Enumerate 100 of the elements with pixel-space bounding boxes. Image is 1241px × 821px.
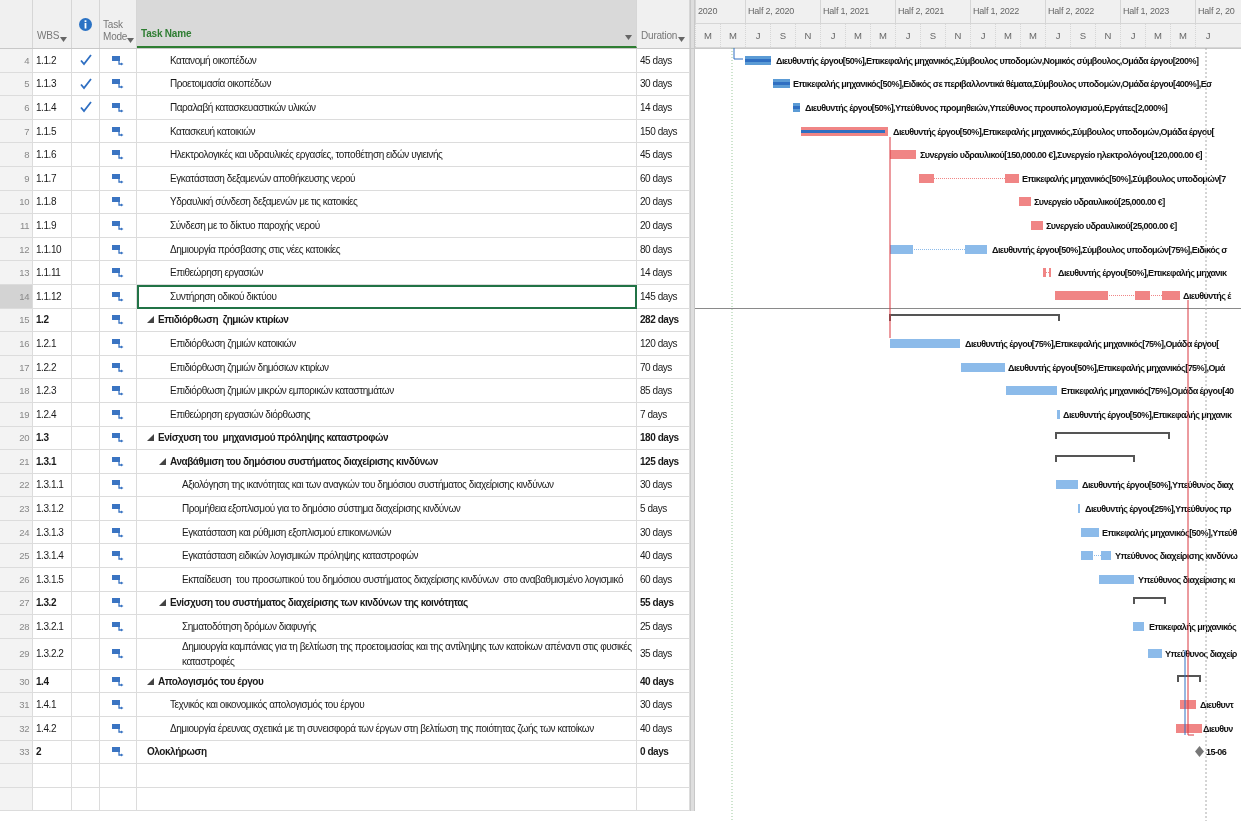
- task-name-cell[interactable]: Ολοκλήρωση: [137, 740, 637, 765]
- row-number-cell[interactable]: 5: [0, 72, 33, 97]
- row-number-cell[interactable]: 31: [0, 693, 33, 718]
- row-number-cell[interactable]: 30: [0, 669, 33, 694]
- wbs-cell: 1.1.5: [33, 119, 72, 144]
- dropdown-caret-icon[interactable]: [60, 37, 67, 42]
- column-header[interactable]: Duration: [641, 30, 678, 42]
- dropdown-caret-icon[interactable]: [127, 38, 134, 43]
- resource-label: Συνεργείο υδραυλικού[25,000.00 €]: [1046, 220, 1177, 231]
- task-name-cell[interactable]: Επιδιόρθωση ζημιών κατοικιών: [137, 332, 637, 356]
- task-name: Υδραυλική σύνδεση δεξαμενών με τις κατοικίες: [170, 195, 359, 210]
- wbs-cell: 1.3.1.4: [33, 544, 72, 569]
- task-name-cell[interactable]: Απολογισμός του έργου: [137, 669, 637, 694]
- row-number-cell[interactable]: 19: [0, 402, 33, 427]
- dropdown-caret-icon[interactable]: [678, 37, 685, 42]
- task-name: Εγκατάσταση δεξαμενών αποθήκευσης νερού: [170, 171, 357, 186]
- row-number-cell[interactable]: 12: [0, 237, 33, 262]
- row-number-cell[interactable]: 11: [0, 214, 33, 238]
- row-number-cell[interactable]: 10: [0, 190, 33, 215]
- row-number-cell[interactable]: 22: [0, 473, 33, 498]
- task-name-cell[interactable]: Δημιουργία καμπάνιας για τη βελτίωση της προετοιμασίας και της αντίληψης των κατοίκων απέναντι στις φυσικές καταστροφές: [137, 638, 637, 670]
- task-name-cell[interactable]: Προμήθεια εξοπλισμού για το δημόσιο σύστημα διαχείρισης κινδύνων: [137, 497, 637, 521]
- task-name: Επιθεώρηση εργασιών: [170, 266, 264, 281]
- wbs-cell: 2: [33, 740, 72, 765]
- collapse-triangle-icon[interactable]: [159, 457, 166, 465]
- resource-label: Διευθυντής έργου[50%],Επικεφαλής μηχανικός[75%],Ομά: [1008, 362, 1225, 373]
- task-name-cell[interactable]: Επιδιόρθωση ζημιών δημόσιων κτιρίων: [137, 355, 637, 380]
- row-number-cell[interactable]: 9: [0, 166, 33, 191]
- auto-schedule-icon: [112, 722, 124, 734]
- task-name-cell[interactable]: Εγκατάσταση δεξαμενών αποθήκευσης νερού: [137, 166, 637, 191]
- task-name-cell[interactable]: Τεχνικός και οικονομικός απολογισμός του έργου: [137, 693, 637, 718]
- row-number-cell[interactable]: 28: [0, 615, 33, 639]
- row-number-cell[interactable]: 7: [0, 119, 33, 144]
- task-name-cell[interactable]: Δημιουργία πρόσβασης στις νέες κατοικίες: [137, 237, 637, 262]
- row-number-cell[interactable]: 21: [0, 450, 33, 474]
- task-name-cell[interactable]: Εγκατάσταση ειδικών λογισμικών πρόληψης καταστροφών: [137, 544, 637, 569]
- task-name-cell[interactable]: Προετοιμασία οικοπέδων: [137, 72, 637, 97]
- auto-schedule-icon: [112, 361, 124, 373]
- auto-schedule-icon: [112, 408, 124, 420]
- wbs-cell: 1.2: [33, 308, 72, 333]
- resource-label: Συνεργείο υδραυλικού[25,000.00 €]: [1034, 197, 1165, 208]
- task-name-cell[interactable]: Ενίσχυση του μηχανισμού πρόληψης καταστροφών: [137, 426, 637, 451]
- collapse-triangle-icon[interactable]: [147, 316, 154, 324]
- task-name-cell[interactable]: Εκπαίδευση του προσωπικού του δημόσιου συστήματος διαχείρισης κινδύνων στο αναβαθμισμένο λογισμικό: [137, 568, 637, 592]
- collapse-triangle-icon[interactable]: [147, 677, 154, 685]
- task-name: Επιδιόρθωση ζημιών κατοικιών: [170, 336, 297, 351]
- task-name-cell[interactable]: Εγκατάσταση και ρύθμιση εξοπλισμού επικοινωνιών: [137, 520, 637, 545]
- task-name: Εγκατάσταση και ρύθμιση εξοπλισμού επικοινωνιών: [182, 525, 392, 540]
- row-number-cell[interactable]: 15: [0, 308, 33, 333]
- row-number-cell[interactable]: 6: [0, 96, 33, 120]
- task-name-cell[interactable]: Παραλαβή κατασκευαστικών υλικών: [137, 96, 637, 120]
- row-number-cell[interactable]: 13: [0, 261, 33, 285]
- task-name-cell[interactable]: Κατανομή οικοπέδων: [137, 49, 637, 73]
- row-number-cell[interactable]: 32: [0, 717, 33, 741]
- task-name-cell[interactable]: Σηματοδότηση δρόμων διαφυγής: [137, 615, 637, 639]
- row-number-cell[interactable]: 27: [0, 591, 33, 616]
- row-number-cell[interactable]: 4: [0, 49, 33, 73]
- column-header[interactable]: Task Name: [141, 28, 192, 40]
- row-number-cell[interactable]: 16: [0, 332, 33, 356]
- timescale-label: M: [845, 24, 870, 47]
- task-name-cell[interactable]: Επιθεώρηση εργασιών: [137, 261, 637, 285]
- task-name: Τεχνικός και οικονομικός απολογισμός του έργου: [170, 698, 366, 713]
- row-number-cell[interactable]: 8: [0, 143, 33, 167]
- timescale-label: J: [1195, 24, 1220, 47]
- task-name: Σύνδεση με το δίκτυο παροχής νερού: [170, 218, 321, 233]
- resource-label: Επικεφαλής μηχανικός[75%],Ομάδα έργου[40: [1061, 386, 1234, 397]
- task-name-cell[interactable]: Κατασκευή κατοικιών: [137, 119, 637, 144]
- row-number-cell[interactable]: 25: [0, 544, 33, 569]
- row-number-cell[interactable]: 29: [0, 638, 33, 670]
- task-name-cell[interactable]: Ενίσχυση του συστήματος διαχείρισης των κινδύνων της κοινότητας: [137, 591, 637, 616]
- row-number-cell[interactable]: 20: [0, 426, 33, 451]
- collapse-triangle-icon[interactable]: [147, 434, 154, 442]
- row-number-cell[interactable]: 24: [0, 520, 33, 545]
- wbs-cell: 1.3: [33, 426, 72, 451]
- dropdown-caret-icon[interactable]: [625, 35, 632, 40]
- column-header[interactable]: WBS: [37, 30, 60, 42]
- timescale-label: M: [870, 24, 895, 47]
- row-number-cell[interactable]: 18: [0, 379, 33, 403]
- row-number-cell[interactable]: 14: [0, 284, 33, 309]
- task-name-cell[interactable]: Επιθεώρηση εργασιών διόρθωσης: [137, 402, 637, 427]
- task-name-cell[interactable]: Επιδιόρθωση ζημιών κτιρίων: [137, 308, 637, 333]
- task-name-cell[interactable]: Υδραυλική σύνδεση δεξαμενών με τις κατοικίες: [137, 190, 637, 215]
- row-number-cell[interactable]: 23: [0, 497, 33, 521]
- auto-schedule-icon: [112, 526, 124, 538]
- timescale-label: S: [1070, 24, 1095, 47]
- row-number-cell[interactable]: 17: [0, 355, 33, 380]
- resource-label: Διευθυντής έργου[50%],Επικεφαλής μηχανικ: [1058, 268, 1227, 279]
- timescale-label: N: [945, 24, 970, 47]
- task-name-cell[interactable]: Αξιολόγηση της ικανότητας και των αναγκών του δημόσιου συστήματος διαχείρισης κινδύνων: [137, 473, 637, 498]
- row-number-cell[interactable]: 26: [0, 568, 33, 592]
- collapse-triangle-icon[interactable]: [159, 599, 166, 607]
- wbs-cell: 1.1.9: [33, 214, 72, 238]
- task-name-cell[interactable]: Δημιουργία έρευνας σχετικά με τη συνεισφορά των έργων στη βελτίωση της ποιότητας ζωής των κατοίκων: [137, 717, 637, 741]
- task-name-cell[interactable]: Συντήρηση οδικού δικτύου: [137, 284, 637, 309]
- task-name-cell[interactable]: Επιδιόρθωση ζημιών μικρών εμπορικών καταστημάτων: [137, 379, 637, 403]
- task-name-cell[interactable]: Ηλεκτρολογικές και υδραυλικές εργασίες, τοποθέτηση ειδών υγιεινής: [137, 143, 637, 167]
- column-header[interactable]: Task Mode: [103, 19, 127, 43]
- task-name-cell[interactable]: Σύνδεση με το δίκτυο παροχής νερού: [137, 214, 637, 238]
- task-name-cell[interactable]: Αναβάθμιση του δημόσιου συστήματος διαχείρισης κινδύνων: [137, 450, 637, 474]
- row-number-cell[interactable]: 33: [0, 740, 33, 765]
